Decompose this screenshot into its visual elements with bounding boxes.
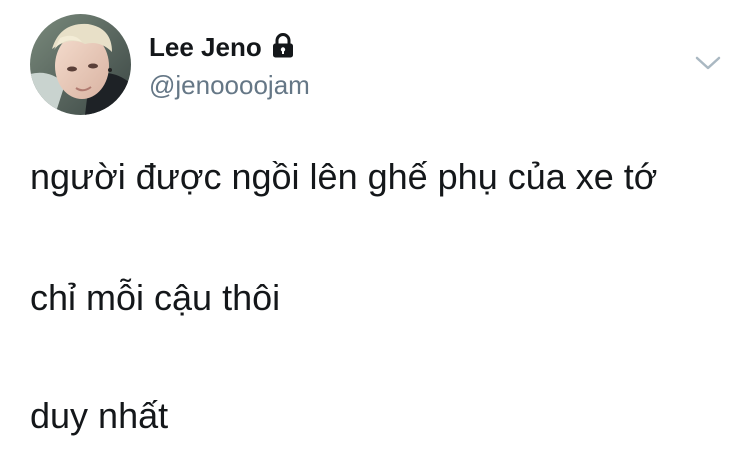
- tweet-text-line: người được ngồi lên ghế phụ của xe tớ: [30, 156, 658, 197]
- tweet-text-line: chỉ mỗi cậu thôi: [30, 277, 281, 318]
- lock-icon: [271, 33, 295, 59]
- display-name-text[interactable]: Lee Jeno: [149, 32, 262, 62]
- author-display-name[interactable]: Lee Jeno: [149, 32, 295, 62]
- tweet-text-line: duy nhất: [30, 395, 169, 436]
- avatar[interactable]: [30, 14, 131, 115]
- chevron-down-icon[interactable]: [694, 53, 722, 73]
- tweet: Lee Jeno @jenoooojam người được ngồi lên…: [0, 0, 750, 457]
- author-handle[interactable]: @jenoooojam: [149, 70, 310, 100]
